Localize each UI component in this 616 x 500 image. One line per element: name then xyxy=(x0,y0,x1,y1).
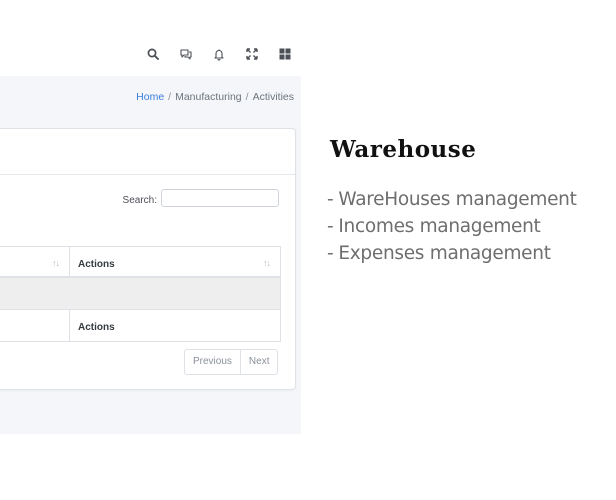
feature-text: WareHouses management xyxy=(338,189,577,210)
bell-icon[interactable] xyxy=(202,45,235,63)
chat-icon[interactable] xyxy=(169,45,202,63)
sort-icon[interactable]: ↑↓ xyxy=(263,258,271,268)
feature-item: - Expenses management xyxy=(327,240,577,267)
column-footer-actions: Actions xyxy=(78,322,115,333)
feature-dash: - xyxy=(327,216,334,237)
breadcrumb-manufacturing[interactable]: Manufacturing xyxy=(175,91,242,103)
next-button[interactable]: Next xyxy=(239,350,278,374)
sort-icon[interactable]: ↑↓ xyxy=(52,258,60,268)
table-border-right xyxy=(280,246,281,342)
table-footer-row: Actions xyxy=(0,310,281,342)
search-icon[interactable] xyxy=(136,45,169,63)
feature-item: - Incomes management xyxy=(327,213,577,240)
table-header-row: ↑↓ Actions ↑↓ xyxy=(0,246,281,278)
top-navbar xyxy=(0,0,301,76)
column-divider xyxy=(69,246,70,278)
feature-dash: - xyxy=(327,243,334,264)
fullscreen-icon[interactable] xyxy=(235,45,268,63)
app-screenshot: Home / Manufacturing / Activities Search: ↑↓… xyxy=(0,0,301,434)
pagination: Previous Next xyxy=(184,349,279,375)
feature-list: - WareHouses management - Incomes manageme… xyxy=(327,186,577,267)
feature-text: Incomes management xyxy=(338,216,541,237)
breadcrumb-home[interactable]: Home xyxy=(136,91,164,103)
search-input[interactable] xyxy=(161,189,279,207)
feature-dash: - xyxy=(327,189,334,210)
previous-button[interactable]: Previous xyxy=(185,350,240,374)
breadcrumb-separator: / xyxy=(168,91,172,103)
feature-text: Expenses management xyxy=(338,243,551,264)
breadcrumb-activities: Activities xyxy=(252,91,294,103)
page: Home / Manufacturing / Activities Search: ↑↓… xyxy=(0,0,616,500)
search-label: Search: xyxy=(122,195,157,206)
activities-card: Search: ↑↓ Actions ↑↓ Actions Previous N… xyxy=(0,128,296,390)
column-header-actions[interactable]: Actions xyxy=(78,259,115,270)
column-divider xyxy=(69,310,70,342)
grid-icon[interactable] xyxy=(268,45,301,63)
breadcrumb-separator: / xyxy=(245,91,249,103)
breadcrumb: Home / Manufacturing / Activities xyxy=(136,91,294,103)
feature-item: - WareHouses management xyxy=(327,186,577,213)
navbar-icons xyxy=(136,45,301,63)
table-row-empty xyxy=(0,278,281,310)
card-header xyxy=(0,129,295,175)
promo-title: Warehouse xyxy=(330,136,477,163)
